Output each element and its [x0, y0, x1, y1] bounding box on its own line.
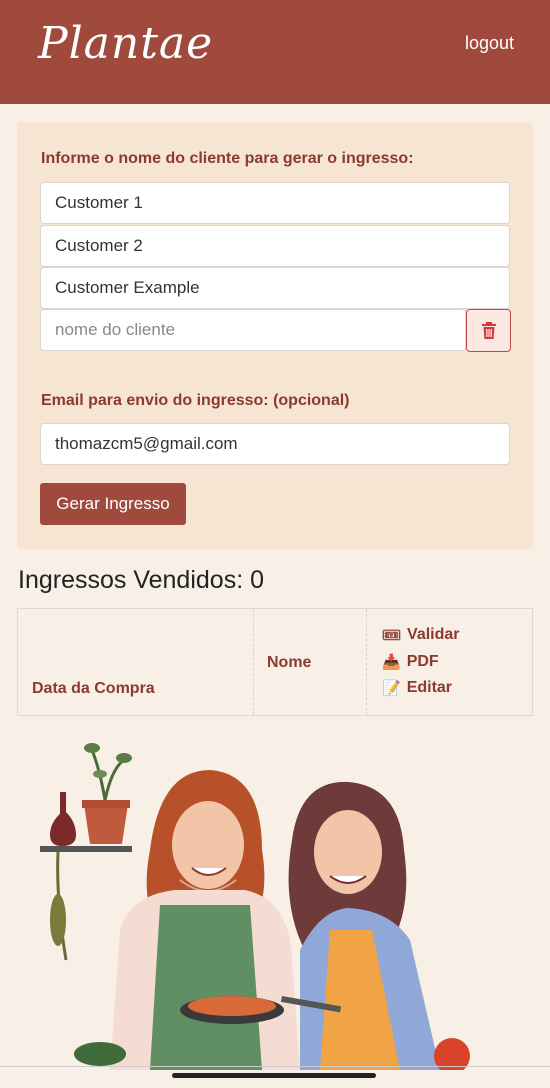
home-indicator [172, 1073, 376, 1078]
column-header-name: Nome [267, 654, 312, 671]
trash-icon [481, 321, 496, 339]
tickets-table: Data da Compra Nome 🎟 Validar 📥 PDF 📝 Ed… [17, 608, 533, 716]
client-name-label: Informe o nome do cliente para gerar o i… [41, 150, 414, 167]
email-label: Email para envio do ingresso: (opcional) [41, 392, 350, 409]
client-name-input[interactable] [40, 309, 466, 351]
client-name-field-2[interactable]: Customer 2 [40, 225, 510, 267]
pdf-action[interactable]: 📥 PDF [382, 653, 439, 671]
column-header-date: Data da Compra [32, 680, 155, 697]
app-header: Plantae logout [0, 0, 550, 104]
inbox-tray-icon: 📥 [382, 654, 401, 671]
logout-link[interactable]: logout [465, 33, 514, 54]
delete-client-button[interactable] [466, 309, 511, 352]
column-divider [366, 609, 367, 715]
client-name-field-3[interactable]: Customer Example [40, 267, 510, 309]
ticket-form: Informe o nome do cliente para gerar o i… [17, 122, 533, 549]
sold-tickets-title: Ingressos Vendidos: 0 [18, 566, 264, 594]
ticket-icon: 🎟 [382, 627, 402, 644]
generate-ticket-button[interactable]: Gerar Ingresso [40, 483, 186, 525]
client-name-field-1[interactable]: Customer 1 [40, 182, 510, 224]
pdf-label: PDF [406, 653, 439, 670]
email-field[interactable]: thomazcm5@gmail.com [40, 423, 510, 465]
validate-label: Validar [407, 626, 460, 643]
edit-action[interactable]: 📝 Editar [382, 679, 452, 697]
cooking-illustration [40, 743, 470, 1070]
memo-icon: 📝 [382, 680, 401, 697]
edit-label: Editar [406, 679, 453, 696]
column-divider [253, 609, 254, 715]
divider [0, 1066, 550, 1067]
validate-action[interactable]: 🎟 Validar [382, 626, 460, 644]
app-logo: Plantae [38, 18, 214, 69]
